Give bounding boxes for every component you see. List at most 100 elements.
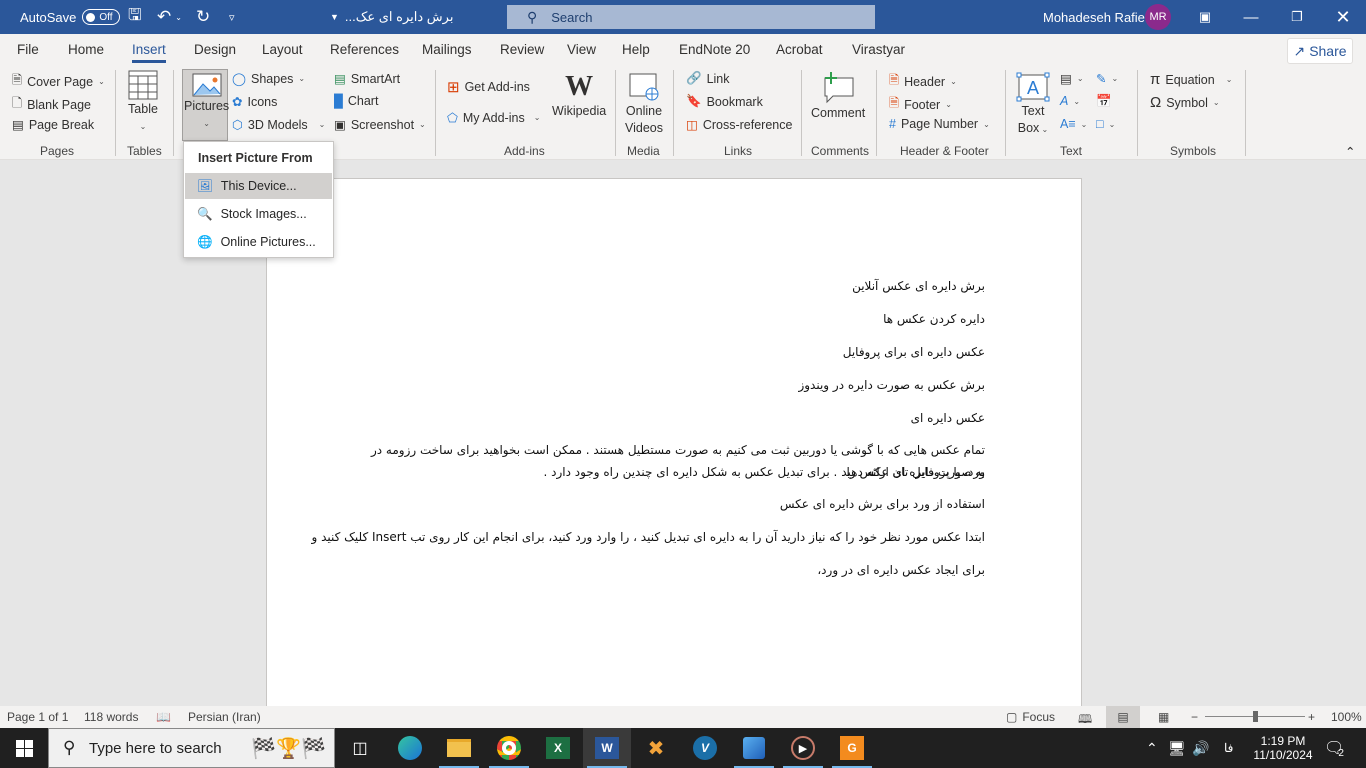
document-title[interactable]: برش دایره ای عک... ▼ xyxy=(330,0,453,34)
database-tool-icon[interactable]: ✖ xyxy=(632,728,680,768)
zoom-slider-thumb[interactable] xyxy=(1252,711,1258,722)
restore-button[interactable]: ❐ xyxy=(1274,0,1320,34)
tab-references[interactable]: References xyxy=(330,42,399,57)
user-avatar[interactable]: MR xyxy=(1145,0,1171,34)
print-layout-icon[interactable]: ▤ xyxy=(1106,706,1140,728)
focus-button[interactable]: ▢ Focus xyxy=(1006,710,1055,724)
equation-button[interactable]: π Equation ⌄ xyxy=(1150,71,1232,88)
shapes-button[interactable]: ◯ Shapes ⌄ xyxy=(232,71,305,87)
table-button[interactable]: Table ⌄ xyxy=(128,70,158,134)
chart-button[interactable]: █ Chart xyxy=(334,94,378,108)
icons-button[interactable]: ✿ Icons xyxy=(232,94,277,110)
footer-button[interactable]: 🗎 Footer ⌄ xyxy=(889,94,952,115)
edge-icon[interactable] xyxy=(386,728,434,768)
language-indicator[interactable]: Persian (Iran) xyxy=(188,710,261,724)
menu-item-stock-images[interactable]: 🔍 Stock Images... xyxy=(185,201,332,227)
start-button[interactable] xyxy=(0,728,48,768)
zoom-slider[interactable] xyxy=(1205,711,1305,722)
tab-home[interactable]: Home xyxy=(68,42,104,57)
quick-parts-button[interactable]: ▤ ⌄ xyxy=(1060,71,1084,86)
paragraph[interactable]: برش عکس به صورت دایره در ویندوز xyxy=(798,374,985,396)
share-button[interactable]: ↗ Share xyxy=(1287,38,1353,64)
volume-icon[interactable]: 🔊 xyxy=(1192,728,1209,768)
paragraph[interactable]: ابتدا عکس مورد نظر خود را که نیاز دارید … xyxy=(311,526,985,548)
comment-button[interactable]: Comment xyxy=(811,72,865,121)
blank-page-button[interactable]: 🗋 Blank Page xyxy=(12,94,91,115)
save-icon[interactable]: 🖫 xyxy=(128,0,142,34)
paragraph[interactable]: برای ایجاد عکس دایره ای در ورد، xyxy=(817,559,985,581)
proofing-icon[interactable]: 📖 xyxy=(156,710,171,724)
foxit-pdf-icon[interactable]: G xyxy=(828,728,876,768)
task-view-icon[interactable]: ◫ xyxy=(336,728,384,768)
ribbon-display-icon[interactable]: ▣ xyxy=(1182,0,1228,34)
word-count[interactable]: 118 words xyxy=(84,710,138,724)
undo-icon[interactable]: ↶ ⌄ xyxy=(157,0,182,34)
word-icon[interactable]: W xyxy=(583,728,631,768)
pictures-button-content[interactable]: Pictures ⌄ xyxy=(184,73,229,131)
tab-help[interactable]: Help xyxy=(622,42,650,57)
language-indicator-tray[interactable]: فا xyxy=(1224,728,1233,768)
cross-reference-button[interactable]: ◫ Cross-reference xyxy=(686,117,792,133)
excel-icon[interactable]: X xyxy=(534,728,582,768)
online-videos-button[interactable]: Online Videos xyxy=(625,72,663,136)
tab-design[interactable]: Design xyxy=(194,42,236,57)
web-layout-icon[interactable]: ▦ xyxy=(1158,710,1169,724)
collapse-ribbon-icon[interactable]: ⌃ xyxy=(1345,144,1355,159)
tab-view[interactable]: View xyxy=(567,42,596,57)
page-break-button[interactable]: ▤ Page Break xyxy=(12,117,94,133)
autosave-toggle[interactable]: Off xyxy=(82,9,121,25)
redo-icon[interactable]: ↻ xyxy=(196,0,210,34)
chrome-icon[interactable] xyxy=(485,728,533,768)
v-app-icon[interactable]: V xyxy=(681,728,729,768)
cover-page-button[interactable]: 🗎 Cover Page ⌄ xyxy=(12,71,105,92)
bookmark-button[interactable]: 🔖 Bookmark xyxy=(686,94,763,109)
tab-review[interactable]: Review xyxy=(500,42,544,57)
wikipedia-button[interactable]: W Wikipedia xyxy=(552,72,606,119)
media-player-icon[interactable]: ▶ xyxy=(779,728,827,768)
tab-insert[interactable]: Insert xyxy=(132,42,166,63)
menu-item-this-device[interactable]: 🖼 This Device... xyxy=(185,173,332,199)
link-button[interactable]: 🔗 Link xyxy=(686,71,730,86)
file-explorer-icon[interactable] xyxy=(435,728,483,768)
paragraph[interactable]: عکس دایره ای برای پروفایل xyxy=(843,341,985,363)
date-time-button[interactable]: 📅 xyxy=(1096,94,1112,109)
zoom-in-button[interactable]: + xyxy=(1308,710,1315,724)
tab-mailings[interactable]: Mailings xyxy=(422,42,472,57)
screenshot-button[interactable]: ▣ Screenshot ⌄ xyxy=(334,117,426,133)
tab-virastyar[interactable]: Virastyar xyxy=(852,42,905,57)
menu-item-online-pictures[interactable]: 🌐 Online Pictures... xyxy=(185,229,332,255)
page-count[interactable]: Page 1 of 1 xyxy=(7,710,68,724)
search-box[interactable]: ⚲ Search xyxy=(507,5,875,29)
my-addins-button[interactable]: ⬠ My Add-ins ⌄ xyxy=(447,110,540,126)
show-hidden-icons[interactable]: ⌃ xyxy=(1146,728,1158,768)
header-button[interactable]: 🗎 Header ⌄ xyxy=(889,71,957,92)
paragraph[interactable]: عکس دایره ای xyxy=(911,407,985,429)
document-page[interactable]: برش دایره ای عکس آنلاین دایره کردن عکس ه… xyxy=(266,178,1082,718)
zoom-out-button[interactable]: − xyxy=(1191,710,1198,724)
tab-acrobat[interactable]: Acrobat xyxy=(776,42,823,57)
paragraph[interactable]: استفاده از ورد برای برش دایره ای عکس xyxy=(780,493,985,515)
signature-line-button[interactable]: ✎ ⌄ xyxy=(1096,71,1118,86)
text-box-button[interactable]: A Text Box ⌄ xyxy=(1016,72,1050,137)
smartart-button[interactable]: ▤ SmartArt xyxy=(334,71,400,87)
user-name[interactable]: Mohadeseh Rafie xyxy=(1043,0,1145,34)
object-button[interactable]: □ ⌄ xyxy=(1096,117,1115,131)
photos-icon[interactable] xyxy=(730,728,778,768)
wordart-button[interactable]: A ⌄ xyxy=(1060,94,1080,108)
paragraph[interactable]: برش دایره ای عکس آنلاین xyxy=(852,275,985,297)
paragraph[interactable]: به صورت دایره ای ارائه دهید . برای تبدیل… xyxy=(544,461,985,483)
notification-center-icon[interactable]: 🗨 2 xyxy=(1324,728,1344,768)
drop-cap-button[interactable]: A≡ ⌄ xyxy=(1060,117,1087,131)
tab-layout[interactable]: Layout xyxy=(262,42,303,57)
tab-file[interactable]: File xyxy=(17,42,39,57)
tab-endnote[interactable]: EndNote 20 xyxy=(679,42,750,57)
get-addins-button[interactable]: ⊞ Get Add-ins xyxy=(447,78,530,96)
3d-models-button[interactable]: ⬡ 3D Models ⌄ xyxy=(232,117,325,133)
zoom-level[interactable]: 100% xyxy=(1331,710,1362,724)
taskbar-search[interactable]: ⚲ Type here to search 🏁🏆🏁 xyxy=(48,728,335,768)
customize-toolbar-icon[interactable]: ▿ xyxy=(229,0,235,34)
symbol-button[interactable]: Ω Symbol ⌄ xyxy=(1150,94,1220,111)
minimize-button[interactable]: — xyxy=(1228,0,1274,34)
close-button[interactable]: ✕ xyxy=(1320,0,1366,34)
paragraph[interactable]: دایره کردن عکس ها xyxy=(883,308,985,330)
